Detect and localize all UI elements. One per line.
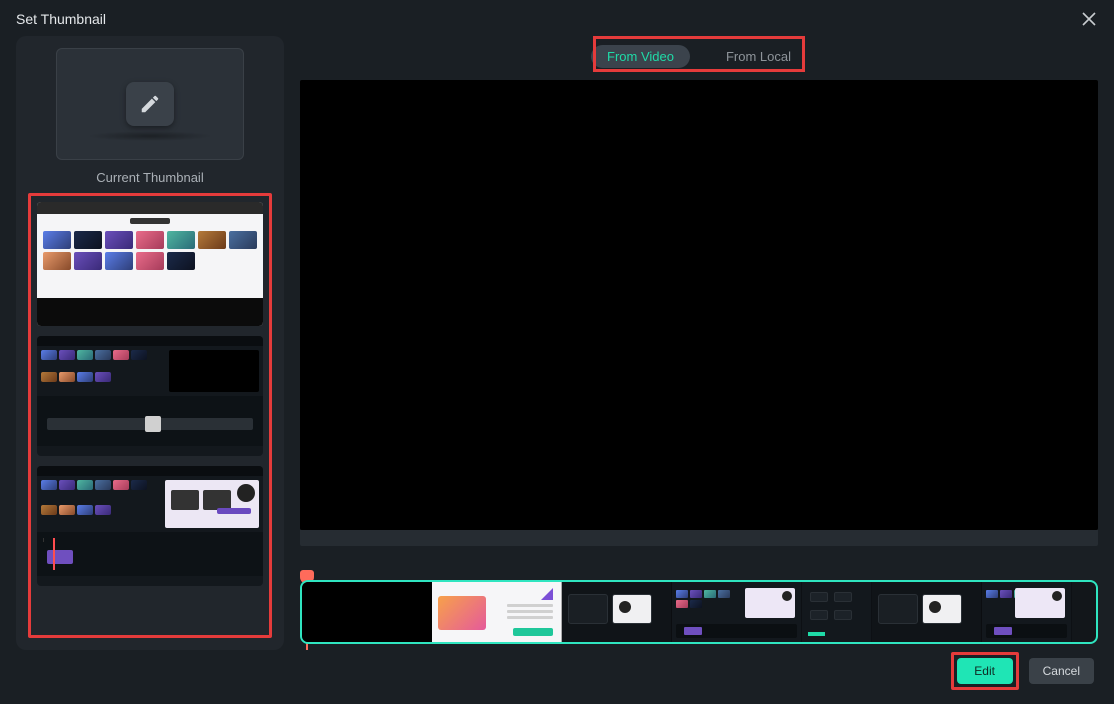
tab-from-video[interactable]: From Video [591,45,690,68]
filmstrip-frame[interactable] [432,582,562,642]
filmstrip-frame[interactable] [672,582,802,642]
current-thumbnail-preview[interactable] [56,48,244,160]
filmstrip-frame[interactable] [562,582,672,642]
filmstrip-container [300,576,1098,650]
pencil-icon [139,93,161,115]
dialog-footer: Edit Cancel [951,652,1094,690]
close-icon [1082,12,1096,26]
dialog-title: Set Thumbnail [16,11,106,27]
frame-suggestion[interactable] [37,466,263,586]
tab-from-local[interactable]: From Local [710,45,807,68]
filmstrip-frame[interactable] [802,582,872,642]
edit-button[interactable]: Edit [957,658,1013,684]
left-panel: Current Thumbnail [16,36,284,650]
source-tab-bar: From Video From Local [591,42,807,70]
timeline-filmstrip[interactable] [300,580,1098,644]
suggested-frames-list [28,193,272,638]
frame-suggestion[interactable] [37,336,263,456]
cancel-button[interactable]: Cancel [1029,658,1094,684]
current-thumbnail-label: Current Thumbnail [96,170,203,185]
right-panel: From Video From Local [300,36,1098,650]
filmstrip-frame[interactable] [302,582,432,642]
dialog-header: Set Thumbnail [0,0,1114,36]
video-preview[interactable] [300,80,1098,530]
edit-thumbnail-tile [126,82,174,126]
filmstrip-frame[interactable] [872,582,982,642]
close-button[interactable] [1080,10,1098,28]
dialog-body: Current Thumbnail [0,36,1114,650]
preview-controls-shelf [300,530,1098,546]
filmstrip-frame[interactable] [982,582,1072,642]
edit-button-highlight: Edit [951,652,1019,690]
frame-suggestion[interactable] [37,202,263,326]
tab-bar-container: From Video From Local [300,36,1098,76]
